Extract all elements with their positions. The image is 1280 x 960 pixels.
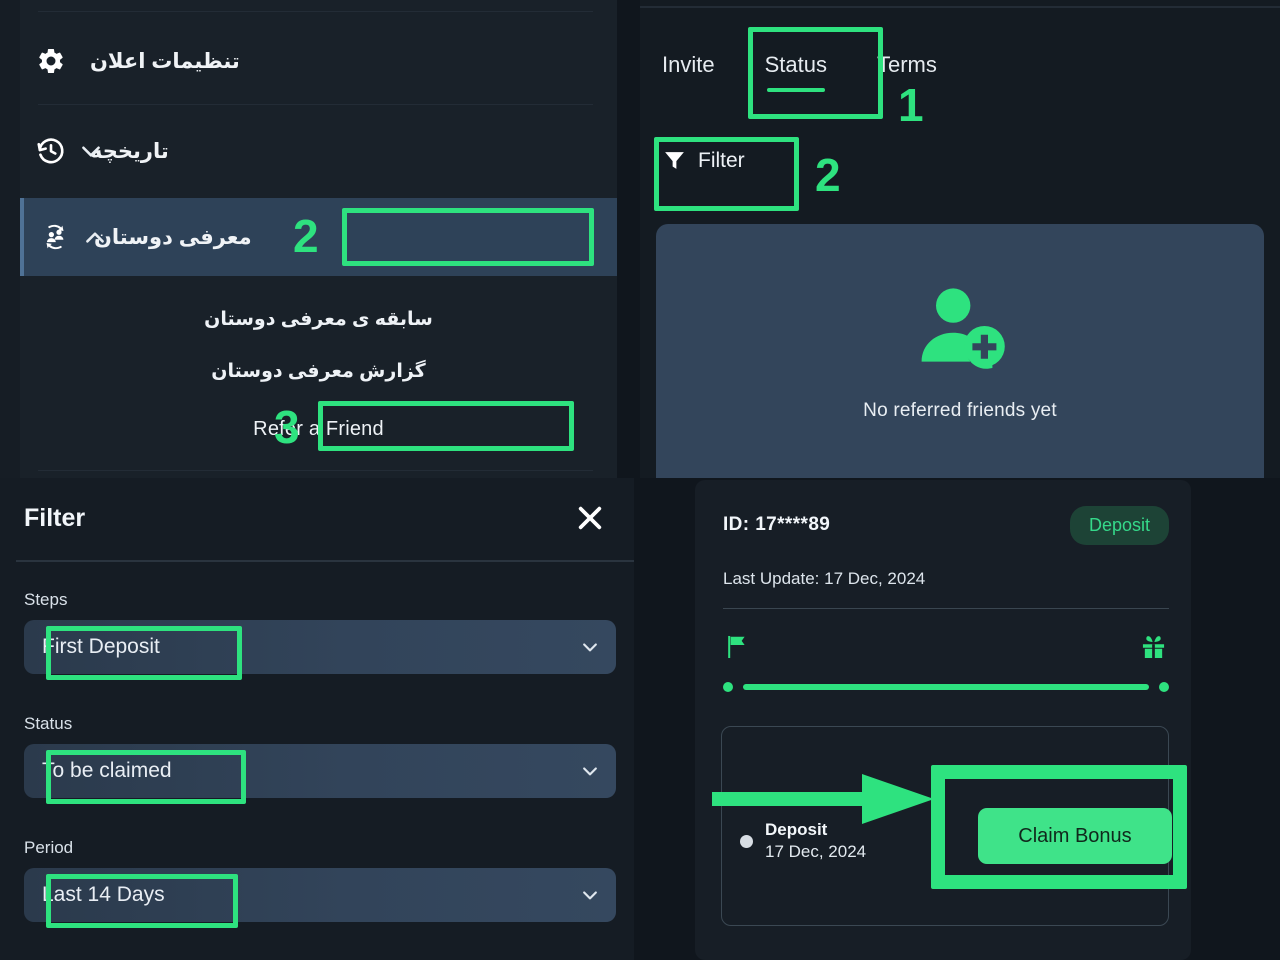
chevron-up-icon[interactable] xyxy=(82,224,108,250)
filter-field-label: Status xyxy=(24,714,73,733)
sidebar-item-label: تنظیمات اعلان xyxy=(90,49,240,73)
filter-button-label: Filter xyxy=(698,148,745,172)
close-icon[interactable] xyxy=(574,502,606,534)
sidebar-subitem-label: Refer a Friend xyxy=(253,417,384,440)
persian-sidebar-panel: تنظیمات اعلان تاریخچه معرفی دوستان سابقه… xyxy=(0,0,617,478)
progress-bar xyxy=(743,684,1149,690)
filter-field-status: Status To be claimed xyxy=(24,714,616,798)
period-select-value: Last 14 Days xyxy=(42,883,165,906)
timeline-entry-date: 17 Dec, 2024 xyxy=(765,842,867,861)
timeline-entry-texts: Deposit 17 Dec, 2024 xyxy=(765,819,866,863)
referral-id: ID: 17****89 xyxy=(723,514,831,535)
gear-icon xyxy=(34,44,68,78)
milestone-icon-row xyxy=(723,632,1169,670)
chevron-down-icon xyxy=(580,885,600,905)
sidebar-divider-top xyxy=(38,11,593,12)
sidebar-subitem-refer-a-friend[interactable]: Refer a Friend xyxy=(20,408,617,450)
filter-drawer-rule xyxy=(16,560,634,562)
status-select[interactable]: To be claimed xyxy=(24,744,616,798)
filter-field-steps: Steps First Deposit xyxy=(24,590,616,674)
steps-select[interactable]: First Deposit xyxy=(24,620,616,674)
chevron-down-icon[interactable] xyxy=(78,138,104,164)
flag-icon xyxy=(728,635,745,659)
last-update-text: Last Update: 17 Dec, 2024 xyxy=(723,569,926,588)
sidebar-item-history[interactable]: تاریخچه xyxy=(20,112,617,190)
funnel-icon xyxy=(665,152,684,169)
sidebar-divider-bottom xyxy=(38,470,593,471)
progress-dot-start xyxy=(723,682,733,692)
panel-top-rule xyxy=(640,6,1280,8)
status-card: ID: 17****89 Deposit Last Update: 17 Dec… xyxy=(695,480,1191,960)
sidebar-subitem-referral-report[interactable]: گزارش معرفی دوستان xyxy=(20,360,617,383)
tab-status[interactable]: Status xyxy=(765,52,827,92)
steps-select-value: First Deposit xyxy=(42,635,160,658)
chevron-down-icon xyxy=(580,761,600,781)
chevron-down-icon xyxy=(580,637,600,657)
referral-status-card-panel: ID: 17****89 Deposit Last Update: 17 Dec… xyxy=(634,478,1280,960)
history-icon xyxy=(34,134,68,168)
gift-icon xyxy=(1142,636,1165,659)
status-select-value: To be claimed xyxy=(42,759,172,782)
screenshot-stage: تنظیمات اعلان تاریخچه معرفی دوستان سابقه… xyxy=(0,0,1280,960)
annotation-number-2-filter: 2 xyxy=(815,149,841,201)
sidebar-item-notification-settings[interactable]: تنظیمات اعلان xyxy=(20,22,617,100)
card-divider xyxy=(723,608,1169,609)
filter-drawer-inner: Filter Steps First Deposit Status To be … xyxy=(8,478,634,960)
timeline-box: Deposit 17 Dec, 2024 Claim Bonus xyxy=(721,726,1172,926)
period-select[interactable]: Last 14 Days xyxy=(24,868,616,922)
filter-field-label: Period xyxy=(24,838,74,857)
empty-state-text: No referred friends yet xyxy=(863,400,1057,421)
tab-terms[interactable]: Terms xyxy=(877,52,937,92)
timeline-entry: Deposit 17 Dec, 2024 xyxy=(740,819,866,863)
filter-drawer-title: Filter xyxy=(24,504,86,532)
referral-status-panel: Invite Status Terms Filter No referred f… xyxy=(640,0,1280,478)
filter-field-period: Period Last 14 Days xyxy=(24,838,616,922)
tab-invite[interactable]: Invite xyxy=(662,52,715,92)
timeline-entry-name: Deposit xyxy=(765,820,828,839)
sidebar-subitem-referral-history[interactable]: سابقه ی معرفی دوستان xyxy=(20,308,617,331)
person-add-icon xyxy=(921,288,1005,369)
filter-button[interactable]: Filter xyxy=(662,148,745,173)
referral-tabs: Invite Status Terms xyxy=(662,52,937,92)
claim-bonus-button[interactable]: Claim Bonus xyxy=(978,808,1172,864)
sidebar-divider-mid xyxy=(38,104,593,105)
refer-friends-icon xyxy=(38,220,72,254)
milestone-progress xyxy=(723,680,1169,694)
empty-referrals-card: No referred friends yet xyxy=(656,224,1264,478)
sidebar-inner: تنظیمات اعلان تاریخچه معرفی دوستان سابقه… xyxy=(20,0,617,478)
filter-drawer-panel: Filter Steps First Deposit Status To be … xyxy=(0,478,634,960)
timeline-dot-icon xyxy=(740,834,753,848)
filter-field-label: Steps xyxy=(24,590,68,609)
progress-dot-end xyxy=(1159,682,1169,692)
status-badge: Deposit xyxy=(1069,506,1169,545)
sidebar-item-label: معرفی دوستان xyxy=(94,225,252,249)
sidebar-item-refer-friends[interactable]: معرفی دوستان xyxy=(20,198,617,276)
